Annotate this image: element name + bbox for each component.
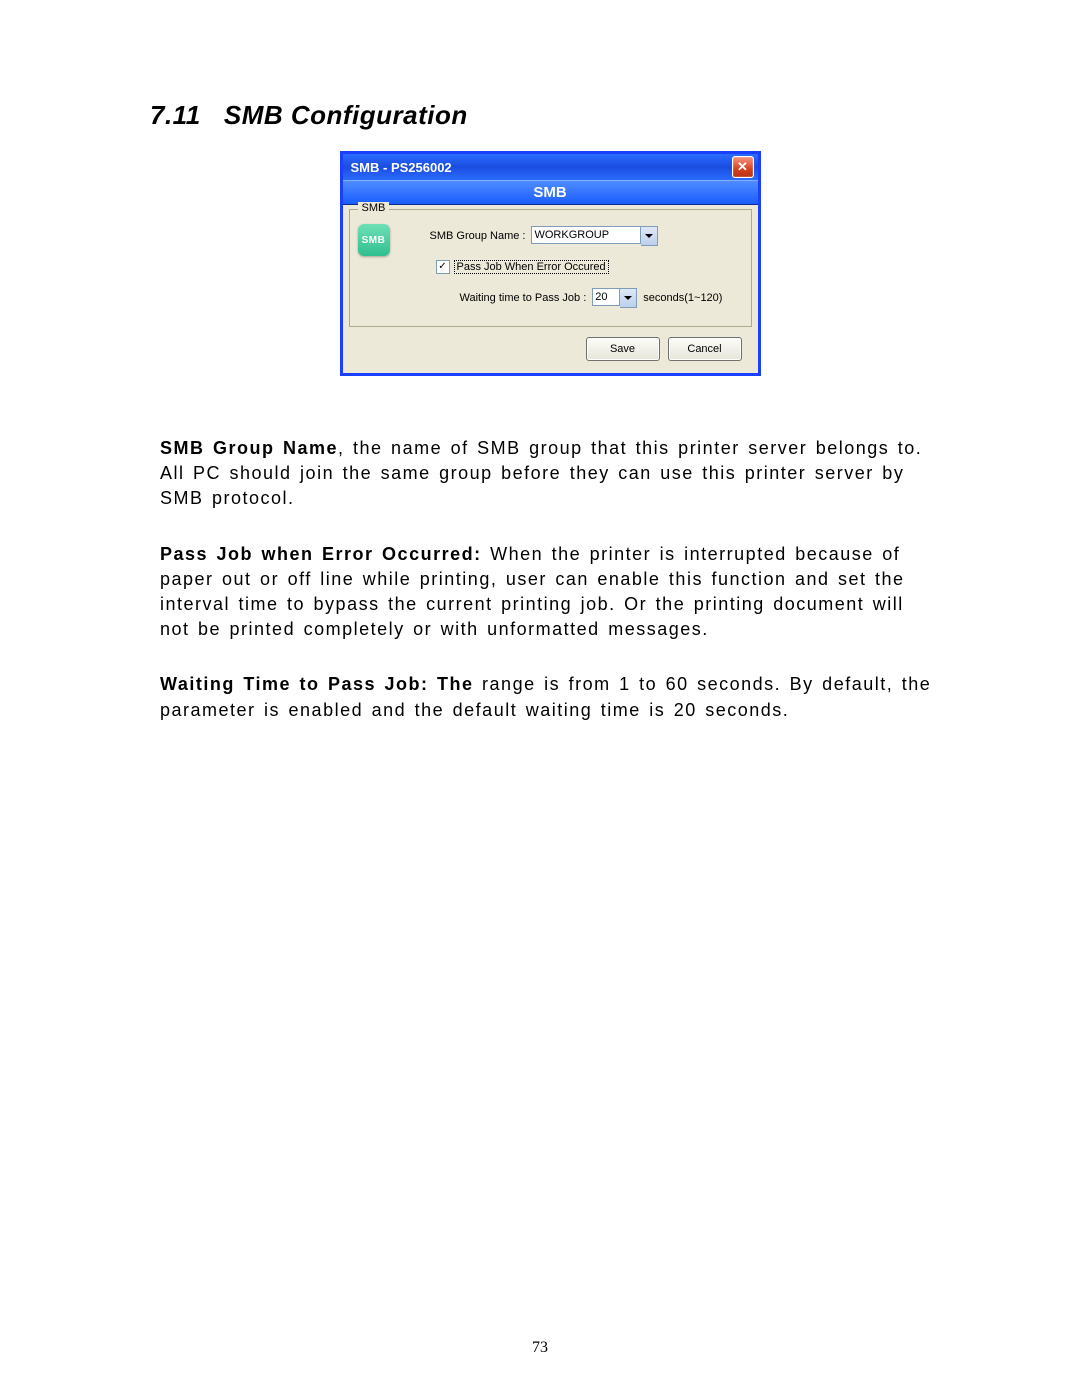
cancel-button[interactable]: Cancel: [668, 337, 742, 361]
save-button-label: Save: [610, 343, 635, 355]
waiting-time-suffix: seconds(1~120): [643, 292, 722, 304]
waiting-time-dropdown-button[interactable]: [620, 288, 637, 308]
groupbox-legend: SMB: [358, 202, 390, 214]
p1-bold: SMB Group Name: [160, 438, 338, 458]
section-number: 7.11: [150, 100, 201, 130]
smb-icon: SMB: [358, 224, 390, 256]
section-title: SMB Configuration: [224, 100, 468, 130]
page-number: 73: [0, 1339, 1080, 1357]
save-button[interactable]: Save: [586, 337, 660, 361]
waiting-time-combobox[interactable]: [592, 288, 637, 308]
dialog-titlebar: SMB - PS256002 ✕: [343, 154, 758, 180]
dialog-subheader: SMB: [343, 180, 758, 205]
pass-job-checkbox-label: Pass Job When Error Occured: [454, 260, 609, 274]
pass-job-checkbox[interactable]: ✓: [436, 260, 450, 274]
close-icon: ✕: [737, 159, 748, 175]
paragraph-pass-job: Pass Job when Error Occurred: When the p…: [160, 542, 940, 643]
close-button[interactable]: ✕: [732, 156, 754, 178]
check-icon: ✓: [438, 262, 446, 272]
waiting-time-input[interactable]: [592, 288, 620, 306]
chevron-down-icon: [645, 234, 653, 238]
group-name-label: SMB Group Name :: [430, 230, 526, 242]
smb-icon-text: SMB: [362, 235, 386, 246]
section-heading: 7.11 SMB Configuration: [150, 100, 950, 131]
paragraph-waiting-time: Waiting Time to Pass Job: The range is f…: [160, 672, 940, 722]
paragraph-group-name: SMB Group Name, the name of SMB group th…: [160, 436, 940, 512]
smb-groupbox: SMB SMB SMB Group Name :: [349, 209, 752, 327]
dialog-title: SMB - PS256002: [351, 160, 732, 175]
chevron-down-icon: [624, 296, 632, 300]
group-name-input[interactable]: [531, 226, 641, 244]
group-name-dropdown-button[interactable]: [641, 226, 658, 246]
cancel-button-label: Cancel: [687, 343, 721, 355]
group-name-combobox[interactable]: [531, 226, 658, 246]
p2-bold: Pass Job when Error Occurred:: [160, 544, 482, 564]
p3-bold: Waiting Time to Pass Job: The: [160, 674, 482, 694]
waiting-time-label: Waiting time to Pass Job :: [460, 292, 587, 304]
smb-dialog: SMB - PS256002 ✕ SMB SMB SMB SMB Grou: [340, 151, 761, 376]
